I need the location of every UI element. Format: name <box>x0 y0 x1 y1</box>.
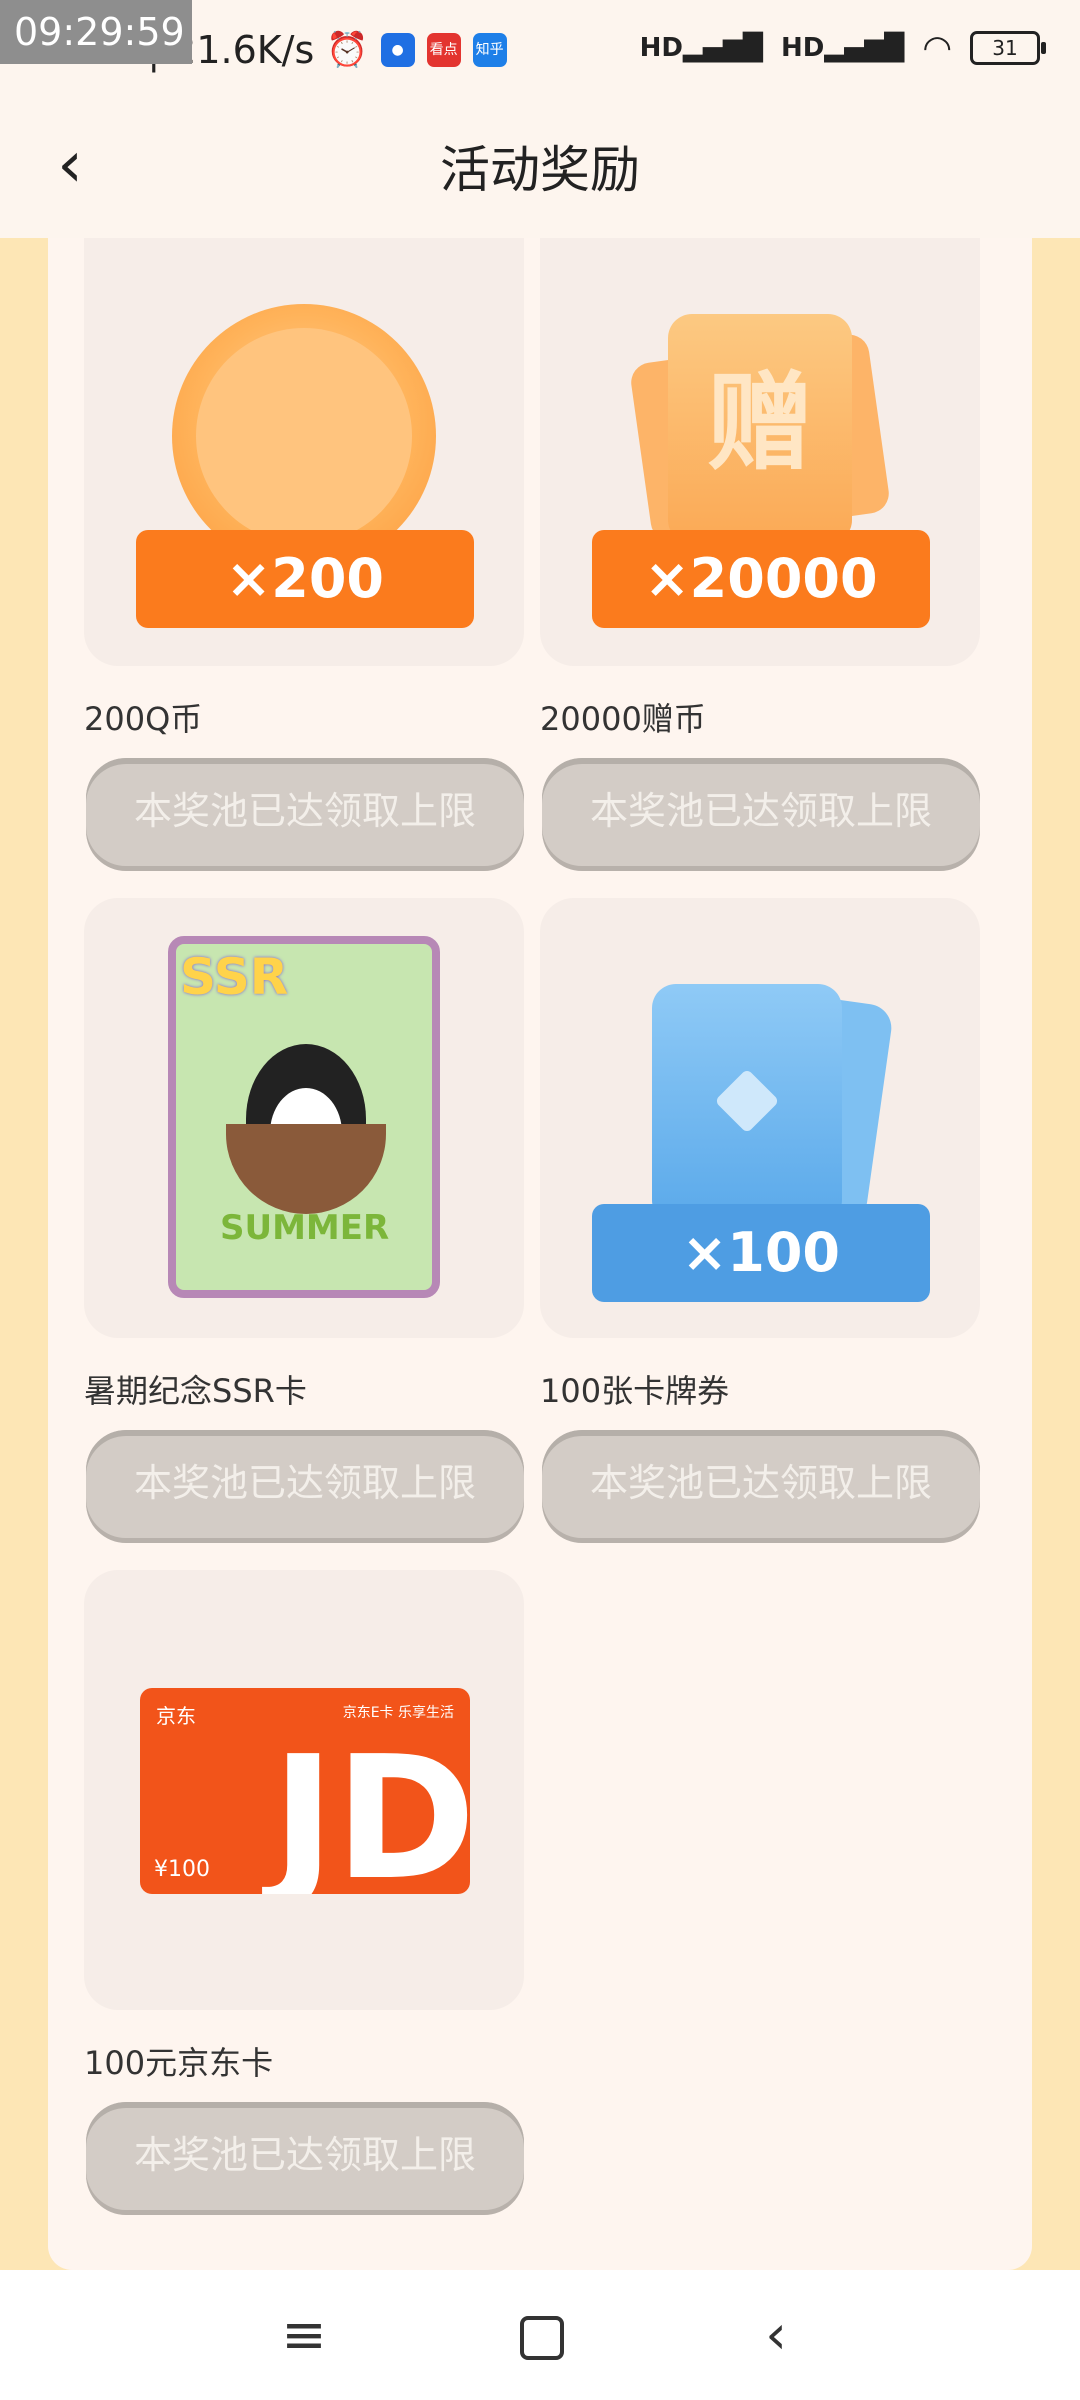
claim-limit-button[interactable]: 本奖池已达领取上限 <box>542 758 980 866</box>
back-icon: ‹ <box>765 2303 787 2366</box>
header: ‹ 活动奖励 <box>0 90 1080 238</box>
menu-button[interactable]: ≡ <box>264 2300 344 2370</box>
coconut-image <box>226 1124 386 1214</box>
jd-card-image: 京东 京东E卡 乐享生活 JD ¥100 <box>140 1688 470 1894</box>
card-ticket-icon <box>652 984 842 1224</box>
reward-card-zengbi: 赠 ×20000 <box>540 238 980 666</box>
claim-limit-button[interactable]: 本奖池已达领取上限 <box>86 1430 524 1538</box>
reward-card-qcoin: ×200 <box>84 238 524 666</box>
claim-limit-button[interactable]: 本奖池已达领取上限 <box>86 2102 524 2210</box>
reward-label: 200Q币 <box>84 700 203 738</box>
reward-badge: ×100 <box>592 1204 930 1302</box>
coin-icon <box>172 304 436 568</box>
ssr-tag: SSR <box>180 948 289 1006</box>
kandian-icon: 看点 <box>426 33 461 67</box>
system-nav-bar: ≡ ‹ <box>0 2270 1080 2400</box>
ssr-card-image: SSR SUMMER <box>168 936 440 1298</box>
wifi-icon: ◠ <box>922 28 952 68</box>
nav-back-button[interactable]: ‹ <box>736 2300 816 2370</box>
menu-icon: ≡ <box>281 2303 327 2366</box>
home-button[interactable] <box>500 2300 580 2370</box>
reward-label: 暑期纪念SSR卡 <box>84 1372 307 1410</box>
reward-label: 20000赠币 <box>540 700 706 738</box>
diamond-icon <box>714 1068 780 1134</box>
reward-card-ssr: SSR SUMMER <box>84 898 524 1338</box>
alarm-icon: ⏰ <box>326 30 369 70</box>
reward-label: 100元京东卡 <box>84 2044 274 2082</box>
reward-badge: ×200 <box>136 530 474 628</box>
summer-text: SUMMER <box>220 1208 390 1248</box>
jd-amount: ¥100 <box>154 1857 210 1882</box>
signal-icon-2: HD▂▄▆█ <box>781 33 905 63</box>
content-frame: ×200 200Q币 本奖池已达领取上限 赠 ×20000 20000赠币 本奖… <box>0 238 1080 2270</box>
zhihu-icon: 知乎 <box>472 33 507 67</box>
reward-label: 100张卡牌券 <box>540 1372 730 1410</box>
clock-overlay: 09:29:59 <box>0 0 192 64</box>
jd-slogan: 京东E卡 乐享生活 <box>342 1705 454 1721</box>
claim-limit-button[interactable]: 本奖池已达领取上限 <box>542 1430 980 1538</box>
rewards-panel: ×200 200Q币 本奖池已达领取上限 赠 ×20000 20000赠币 本奖… <box>48 238 1032 2270</box>
gift-ticket-icon: 赠 <box>668 314 852 544</box>
reward-badge: ×20000 <box>592 530 930 628</box>
status-bar: 9:29 | 21.6K/s ⏰ ● 看点 知乎 HD▂▄▆█ HD▂▄▆█ ◠… <box>0 0 1080 90</box>
claim-limit-button[interactable]: 本奖池已达领取上限 <box>86 758 524 866</box>
reward-card-card-ticket: ×100 <box>540 898 980 1338</box>
network-speed: 21.6K/s <box>172 28 315 72</box>
status-right: HD▂▄▆█ HD▂▄▆█ ◠ 31 <box>639 28 1046 68</box>
battery-icon: 31 <box>970 31 1046 65</box>
home-icon <box>520 2316 564 2360</box>
jd-brand: 京东 <box>156 1704 196 1728</box>
app-icon-blue: ● <box>380 33 415 67</box>
reward-card-jd: 京东 京东E卡 乐享生活 JD ¥100 <box>84 1570 524 2010</box>
signal-icon-1: HD▂▄▆█ <box>639 33 763 63</box>
jd-logo: JD <box>271 1720 470 1894</box>
page-title: 活动奖励 <box>440 141 640 199</box>
